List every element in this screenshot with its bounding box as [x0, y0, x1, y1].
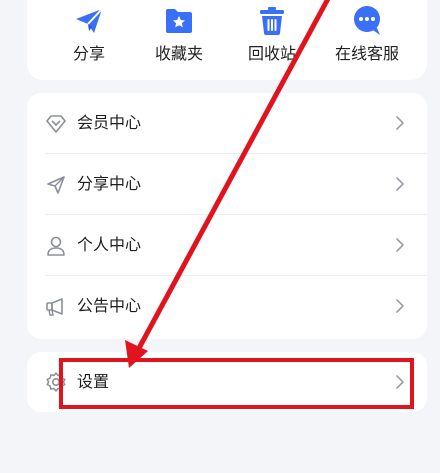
- chevron-right-icon: [396, 375, 404, 389]
- quick-actions-card: 分享 收藏夹 回收站 在线客服: [27, 0, 427, 80]
- menu-item-label: 公告中心: [77, 296, 142, 315]
- menu-item-label: 个人中心: [77, 235, 142, 254]
- menu-item-share-center[interactable]: 分享中心: [27, 154, 427, 215]
- menu-item-label: 分享中心: [77, 174, 142, 193]
- share-plane-outline-icon: [47, 176, 65, 194]
- quick-action-favorites[interactable]: 收藏夹: [129, 4, 229, 64]
- quick-action-label: 分享: [72, 44, 105, 63]
- person-icon: [47, 236, 65, 256]
- recycle-bin-icon: [260, 7, 284, 35]
- megaphone-icon: [46, 298, 63, 316]
- menu-item-settings[interactable]: 设置: [27, 352, 427, 412]
- menu-item-personal-center[interactable]: 个人中心: [27, 215, 427, 276]
- online-service-chat-icon: [354, 6, 380, 35]
- share-paper-plane-icon: [76, 8, 103, 33]
- chevron-right-icon: [396, 177, 404, 191]
- quick-action-online-service[interactable]: 在线客服: [317, 4, 417, 64]
- quick-action-label: 回收站: [247, 44, 296, 63]
- settings-card: 设置: [27, 352, 427, 412]
- menu-item-member-center[interactable]: 会员中心: [27, 93, 427, 154]
- quick-action-share[interactable]: 分享: [39, 4, 139, 64]
- menu-list-card: 会员中心 分享中心 个人中心 公告中心: [27, 93, 427, 339]
- quick-action-label: 收藏夹: [154, 44, 203, 63]
- chevron-right-icon: [396, 299, 404, 313]
- chevron-right-icon: [396, 238, 404, 252]
- member-diamond-icon: [46, 115, 66, 133]
- favorites-folder-icon: [166, 9, 192, 33]
- quick-action-recycle-bin[interactable]: 回收站: [222, 4, 322, 64]
- chevron-right-icon: [396, 116, 404, 130]
- quick-action-label: 在线客服: [334, 44, 399, 63]
- menu-item-label: 会员中心: [77, 113, 142, 132]
- menu-item-label: 设置: [77, 372, 110, 391]
- menu-item-notice-center[interactable]: 公告中心: [27, 276, 427, 337]
- gear-icon: [46, 372, 66, 392]
